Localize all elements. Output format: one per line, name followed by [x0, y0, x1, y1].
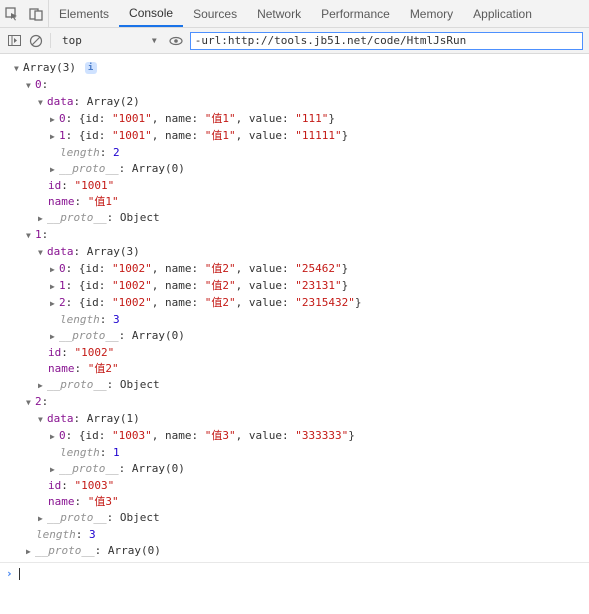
expand-icon[interactable] — [50, 161, 59, 178]
tab-network[interactable]: Network — [247, 0, 311, 27]
console-output-tree: Array(3) i 0: data: Array(2) 0: {id: "10… — [0, 54, 589, 562]
proto-row[interactable]: __proto__: Array(0) — [8, 461, 585, 478]
object-preview[interactable]: 0: {id: "1001", name: "值1", value: "111"… — [8, 111, 585, 128]
proto-row[interactable]: __proto__: Array(0) — [8, 161, 585, 178]
tree-key[interactable]: data: Array(2) — [8, 94, 585, 111]
proto-row[interactable]: __proto__: Object — [8, 377, 585, 394]
expand-icon[interactable] — [38, 510, 47, 527]
tab-elements[interactable]: Elements — [49, 0, 119, 27]
console-prompt[interactable]: › — [0, 562, 589, 584]
prompt-chevron-icon: › — [6, 567, 13, 580]
expand-icon[interactable] — [26, 227, 35, 244]
toolbar-icons — [0, 0, 49, 27]
expand-icon[interactable] — [26, 543, 35, 560]
tab-console[interactable]: Console — [119, 0, 183, 27]
tree-key[interactable]: 0: — [8, 77, 585, 94]
tab-sources[interactable]: Sources — [183, 0, 247, 27]
console-filterbar: top ▼ — [0, 28, 589, 54]
expand-icon[interactable] — [50, 461, 59, 478]
expand-icon[interactable] — [38, 411, 47, 428]
chevron-down-icon: ▼ — [152, 36, 157, 45]
expand-icon[interactable] — [14, 60, 23, 77]
prop-row[interactable]: name: "值2" — [8, 361, 585, 377]
length-row[interactable]: length: 3 — [8, 312, 585, 328]
tree-key[interactable]: data: Array(3) — [8, 244, 585, 261]
tab-memory[interactable]: Memory — [400, 0, 463, 27]
expand-icon[interactable] — [26, 394, 35, 411]
proto-row[interactable]: __proto__: Array(0) — [8, 328, 585, 345]
expand-icon[interactable] — [50, 111, 59, 128]
expand-icon[interactable] — [26, 77, 35, 94]
expand-icon[interactable] — [38, 210, 47, 227]
expand-icon[interactable] — [50, 328, 59, 345]
prop-row[interactable]: id: "1001" — [8, 178, 585, 194]
expand-icon[interactable] — [50, 428, 59, 445]
expand-icon[interactable] — [38, 94, 47, 111]
devtools-toolbar: Elements Console Sources Network Perform… — [0, 0, 589, 28]
prop-row[interactable]: id: "1003" — [8, 478, 585, 494]
tab-application[interactable]: Application — [463, 0, 542, 27]
prop-row[interactable]: name: "值1" — [8, 194, 585, 210]
array-root[interactable]: Array(3) i — [8, 60, 585, 77]
length-row[interactable]: length: 2 — [8, 145, 585, 161]
separator — [50, 33, 51, 48]
object-preview[interactable]: 1: {id: "1002", name: "值2", value: "2313… — [8, 278, 585, 295]
object-preview[interactable]: 0: {id: "1003", name: "值3", value: "3333… — [8, 428, 585, 445]
object-preview[interactable]: 2: {id: "1002", name: "值2", value: "2315… — [8, 295, 585, 312]
prop-row[interactable]: name: "值3" — [8, 494, 585, 510]
tree-key[interactable]: data: Array(1) — [8, 411, 585, 428]
expand-icon[interactable] — [50, 128, 59, 145]
tab-performance[interactable]: Performance — [311, 0, 400, 27]
cursor — [19, 568, 20, 580]
device-toggle-icon[interactable] — [28, 6, 44, 22]
expand-icon[interactable] — [50, 278, 59, 295]
eye-icon[interactable] — [168, 33, 184, 49]
length-row[interactable]: length: 3 — [8, 527, 585, 543]
prop-row[interactable]: id: "1002" — [8, 345, 585, 361]
proto-row[interactable]: __proto__: Object — [8, 210, 585, 227]
clear-console-icon[interactable] — [28, 33, 44, 49]
length-row[interactable]: length: 1 — [8, 445, 585, 461]
expand-icon[interactable] — [38, 377, 47, 394]
tree-key[interactable]: 2: — [8, 394, 585, 411]
expand-icon[interactable] — [38, 244, 47, 261]
tabs: Elements Console Sources Network Perform… — [49, 0, 542, 27]
sidebar-toggle-icon[interactable] — [6, 33, 22, 49]
object-preview[interactable]: 0: {id: "1002", name: "值2", value: "2546… — [8, 261, 585, 278]
tree-key[interactable]: 1: — [8, 227, 585, 244]
context-label: top — [62, 34, 82, 47]
info-icon[interactable]: i — [85, 62, 97, 74]
proto-row[interactable]: __proto__: Object — [8, 510, 585, 527]
context-selector[interactable]: top ▼ — [57, 32, 162, 49]
object-preview[interactable]: 1: {id: "1001", name: "值1", value: "1111… — [8, 128, 585, 145]
inspect-element-icon[interactable] — [4, 6, 20, 22]
expand-icon[interactable] — [50, 261, 59, 278]
filter-input[interactable] — [190, 32, 583, 50]
proto-row[interactable]: __proto__: Array(0) — [8, 543, 585, 560]
expand-icon[interactable] — [50, 295, 59, 312]
